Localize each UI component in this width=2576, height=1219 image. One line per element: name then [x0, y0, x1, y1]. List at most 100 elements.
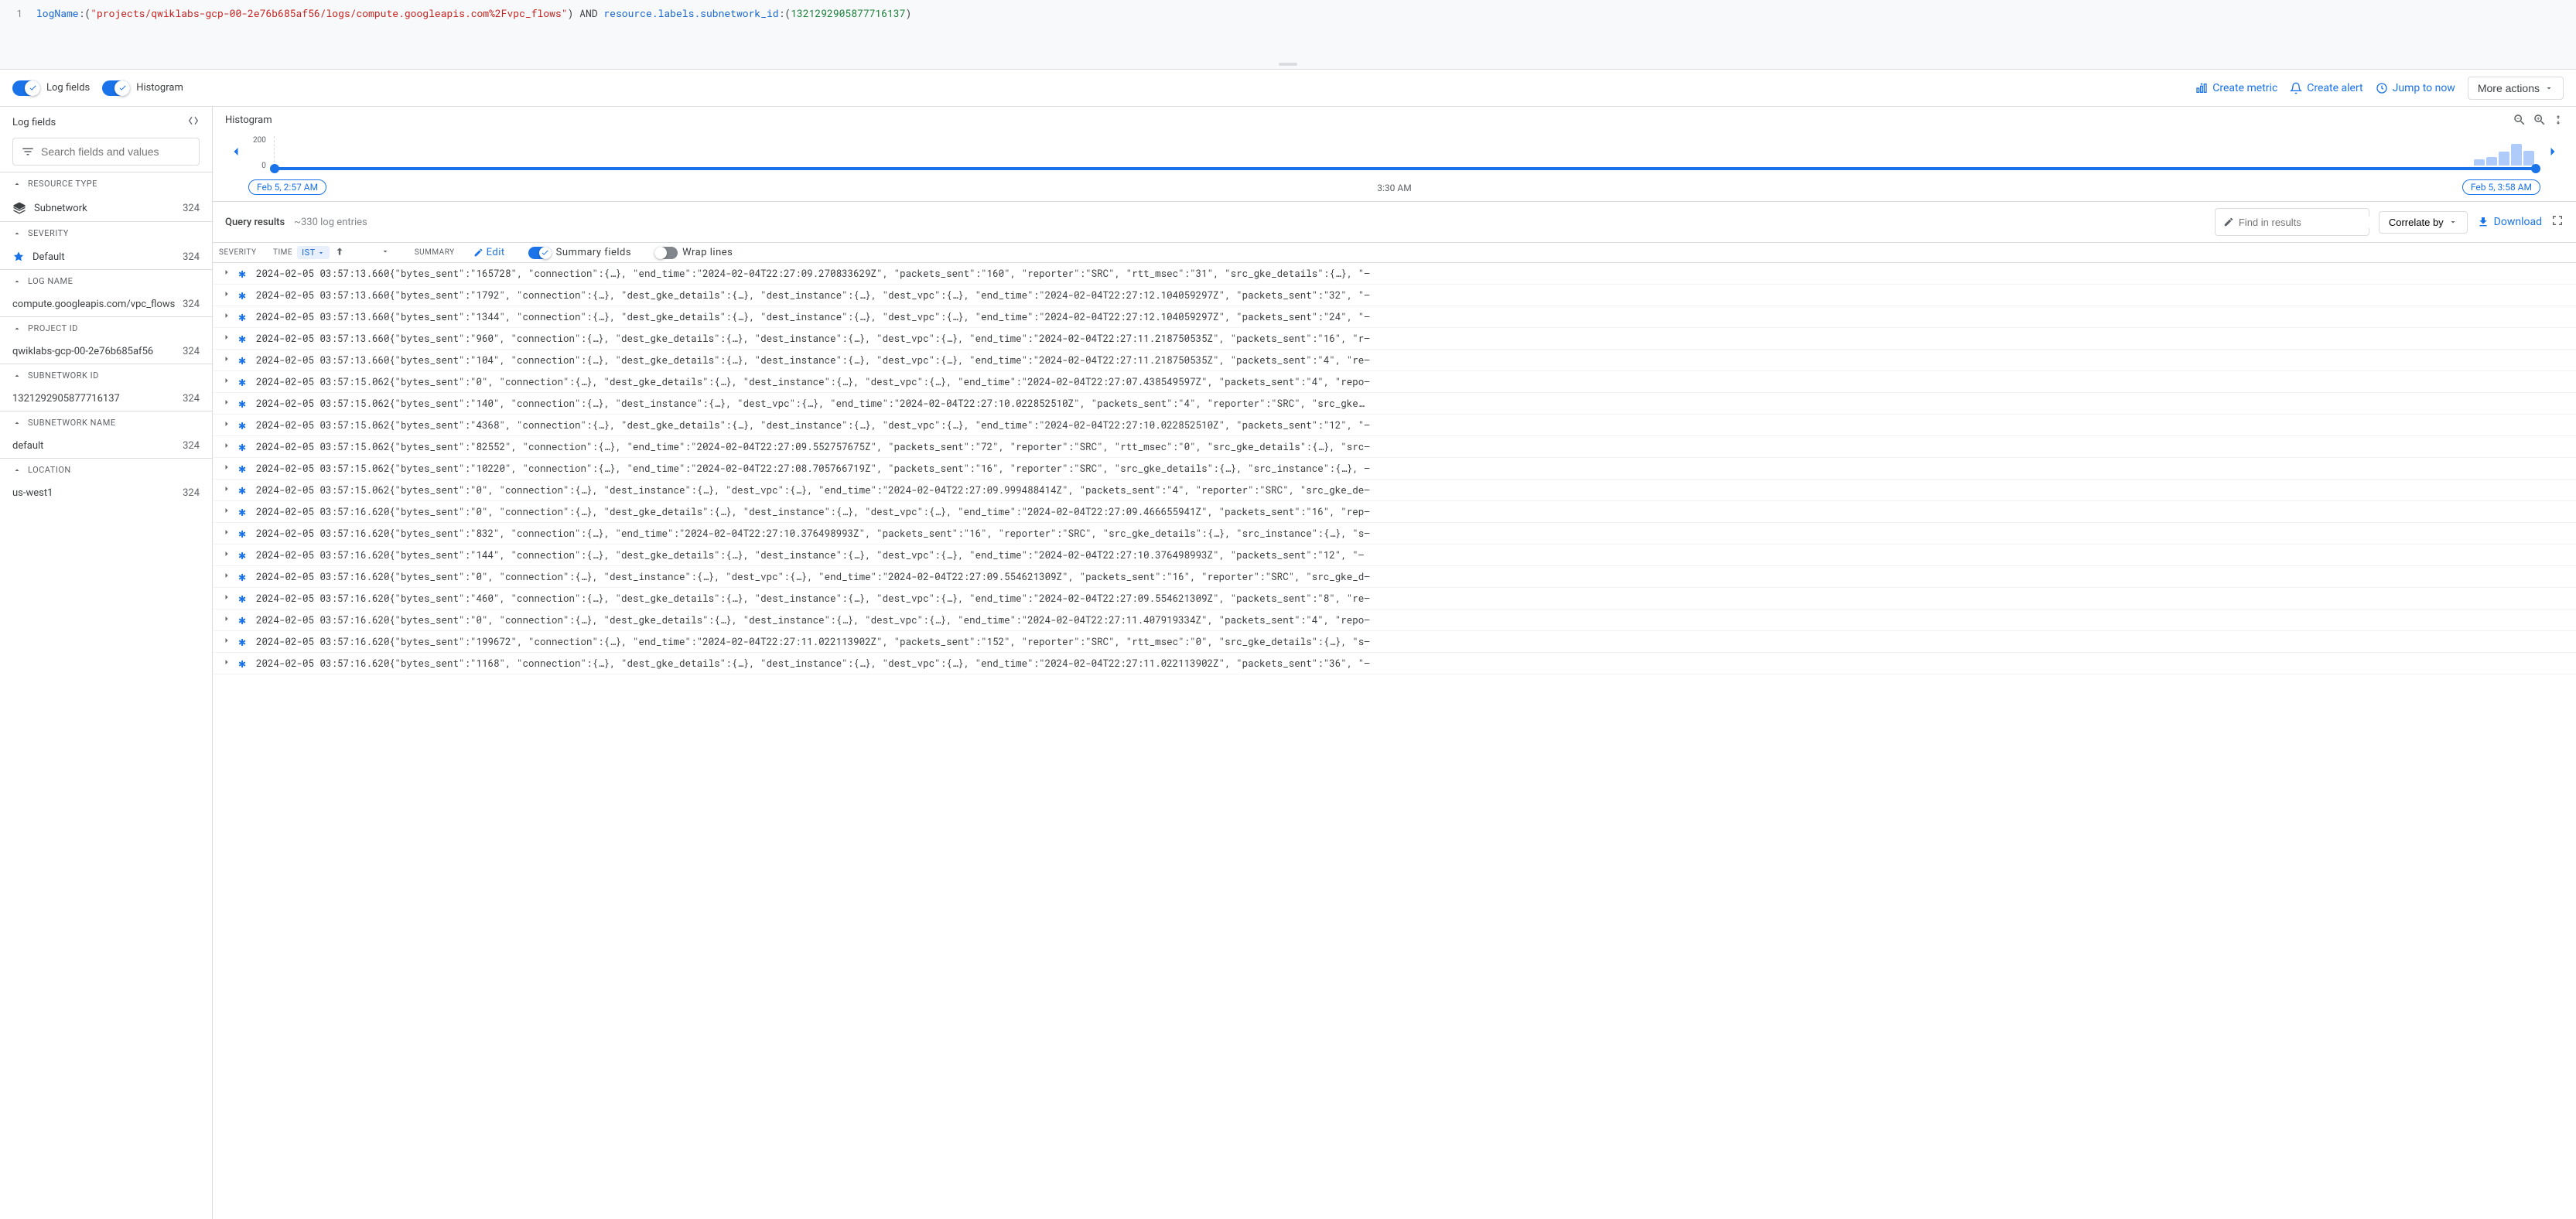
log-timestamp: 2024-02-05 03:57:13.660	[250, 289, 389, 302]
jump-to-now-button[interactable]: Jump to now	[2376, 82, 2455, 94]
line-number: 1	[0, 0, 27, 69]
correlate-by-button[interactable]: Correlate by	[2379, 211, 2468, 234]
histogram-end-pill[interactable]: Feb 5, 3:58 AM	[2462, 179, 2540, 195]
histogram-end-handle[interactable]	[2531, 164, 2540, 173]
summary-fields-toggle[interactable]: Summary fields	[528, 247, 631, 259]
facet-item[interactable]: 1321292905877716137324	[0, 387, 212, 411]
expand-row-icon[interactable]	[219, 268, 234, 280]
download-button[interactable]: Download	[2477, 216, 2542, 228]
histogram-toggle[interactable]: Histogram	[102, 80, 183, 96]
expand-row-icon[interactable]	[219, 398, 234, 410]
facet-item[interactable]: compute.googleapis.com/vpc_flows324	[0, 292, 212, 316]
facet-item[interactable]: Default324	[0, 244, 212, 269]
log-row[interactable]: ✱2024-02-05 03:57:15.062{"bytes_sent":"0…	[213, 371, 2576, 393]
facet-item[interactable]: Subnetwork324	[0, 195, 212, 221]
facet-header[interactable]: RESOURCE TYPE	[0, 172, 212, 195]
log-row[interactable]: ✱2024-02-05 03:57:15.062{"bytes_sent":"8…	[213, 436, 2576, 458]
create-metric-button[interactable]: Create metric	[2195, 82, 2277, 94]
log-row[interactable]: ✱2024-02-05 03:57:13.660{"bytes_sent":"1…	[213, 350, 2576, 371]
sidebar-search[interactable]	[12, 138, 200, 166]
log-row[interactable]: ✱2024-02-05 03:57:15.062{"bytes_sent":"1…	[213, 458, 2576, 480]
expand-row-icon[interactable]	[219, 636, 234, 648]
timezone-chip[interactable]: IST	[297, 246, 330, 259]
edit-button[interactable]: Edit	[473, 247, 505, 258]
histogram-track[interactable]	[274, 136, 2536, 170]
wrap-lines-toggle[interactable]: Wrap lines	[654, 247, 733, 259]
log-row[interactable]: ✱2024-02-05 03:57:15.062{"bytes_sent":"0…	[213, 480, 2576, 501]
expand-row-icon[interactable]	[219, 484, 234, 497]
column-time[interactable]: TIME IST	[273, 246, 390, 259]
facet-header[interactable]: PROJECT ID	[0, 317, 212, 340]
expand-row-icon[interactable]	[219, 506, 234, 518]
log-row[interactable]: ✱2024-02-05 03:57:15.062{"bytes_sent":"1…	[213, 393, 2576, 415]
histogram-prev-button[interactable]	[225, 141, 247, 166]
histogram-next-button[interactable]	[2542, 141, 2564, 166]
facet-group: LOCATIONus-west1324	[0, 458, 212, 505]
query-val-logname: "projects/qwiklabs-gcp-00-2e76b685af56/l…	[91, 6, 567, 20]
histogram-start-handle[interactable]	[270, 164, 279, 173]
expand-row-icon[interactable]	[219, 528, 234, 540]
facet-item[interactable]: us-west1324	[0, 481, 212, 505]
expand-row-icon[interactable]	[219, 549, 234, 562]
log-timestamp: 2024-02-05 03:57:13.660	[250, 354, 389, 367]
log-rows-container[interactable]: ✱2024-02-05 03:57:13.660{"bytes_sent":"1…	[213, 263, 2576, 1219]
query-editor[interactable]: 1 logName:("projects/qwiklabs-gcp-00-2e7…	[0, 0, 2576, 70]
facet-header[interactable]: SUBNETWORK NAME	[0, 411, 212, 434]
log-row[interactable]: ✱2024-02-05 03:57:16.620{"bytes_sent":"0…	[213, 566, 2576, 588]
sort-asc-icon[interactable]	[334, 246, 345, 259]
time-dropdown-icon[interactable]	[381, 247, 390, 258]
log-row[interactable]: ✱2024-02-05 03:57:16.620{"bytes_sent":"1…	[213, 653, 2576, 674]
facet-item[interactable]: default324	[0, 434, 212, 458]
expand-row-icon[interactable]	[219, 592, 234, 605]
query-text[interactable]: logName:("projects/qwiklabs-gcp-00-2e76b…	[27, 0, 2576, 69]
log-row[interactable]: ✱2024-02-05 03:57:15.062{"bytes_sent":"4…	[213, 415, 2576, 436]
histogram-start-pill[interactable]: Feb 5, 2:57 AM	[248, 179, 326, 195]
sidebar-expand-icon[interactable]	[187, 114, 200, 130]
chevron-up-icon	[12, 229, 22, 238]
expand-row-icon[interactable]	[219, 614, 234, 627]
expand-row-icon[interactable]	[219, 657, 234, 670]
more-actions-button[interactable]: More actions	[2468, 77, 2564, 100]
log-fields-toggle[interactable]: Log fields	[12, 80, 90, 96]
expand-row-icon[interactable]	[219, 571, 234, 583]
expand-row-icon[interactable]	[219, 419, 234, 432]
zoom-in-icon[interactable]	[2533, 113, 2547, 130]
expand-row-icon[interactable]	[219, 354, 234, 367]
expand-row-icon[interactable]	[219, 376, 234, 388]
sidebar-title: Log fields	[12, 117, 56, 128]
log-timestamp: 2024-02-05 03:57:13.660	[250, 311, 389, 323]
log-row[interactable]: ✱2024-02-05 03:57:13.660{"bytes_sent":"1…	[213, 306, 2576, 328]
expand-results-icon[interactable]	[2551, 214, 2564, 230]
log-row[interactable]: ✱2024-02-05 03:57:16.620{"bytes_sent":"1…	[213, 545, 2576, 566]
log-row[interactable]: ✱2024-02-05 03:57:16.620{"bytes_sent":"1…	[213, 631, 2576, 653]
editor-resize-handle[interactable]	[1279, 63, 1297, 66]
facet-header[interactable]: SEVERITY	[0, 222, 212, 244]
chevron-up-icon	[12, 324, 22, 333]
expand-row-icon[interactable]	[219, 289, 234, 302]
find-in-results[interactable]	[2215, 208, 2369, 236]
facet-header[interactable]: LOCATION	[0, 459, 212, 481]
log-row[interactable]: ✱2024-02-05 03:57:16.620{"bytes_sent":"0…	[213, 501, 2576, 523]
create-alert-button[interactable]: Create alert	[2290, 82, 2362, 94]
log-row[interactable]: ✱2024-02-05 03:57:13.660{"bytes_sent":"1…	[213, 263, 2576, 285]
facet-group: SUBNETWORK NAMEdefault324	[0, 411, 212, 458]
expand-row-icon[interactable]	[219, 441, 234, 453]
expand-row-icon[interactable]	[219, 333, 234, 345]
log-row[interactable]: ✱2024-02-05 03:57:16.620{"bytes_sent":"0…	[213, 610, 2576, 631]
log-row[interactable]: ✱2024-02-05 03:57:16.620{"bytes_sent":"8…	[213, 523, 2576, 545]
zoom-out-icon[interactable]	[2513, 113, 2526, 130]
facet-header[interactable]: SUBNETWORK ID	[0, 364, 212, 387]
expand-row-icon[interactable]	[219, 463, 234, 475]
find-in-results-input[interactable]	[2239, 217, 2375, 228]
log-row[interactable]: ✱2024-02-05 03:57:16.620{"bytes_sent":"4…	[213, 588, 2576, 610]
facet-header[interactable]: LOG NAME	[0, 270, 212, 292]
expand-row-icon[interactable]	[219, 311, 234, 323]
column-summary[interactable]: SUMMARY	[415, 248, 455, 257]
facet-item[interactable]: qwiklabs-gcp-00-2e76b685af56324	[0, 340, 212, 364]
expand-vertical-icon[interactable]	[2553, 113, 2564, 130]
log-row[interactable]: ✱2024-02-05 03:57:13.660{"bytes_sent":"1…	[213, 285, 2576, 306]
log-row[interactable]: ✱2024-02-05 03:57:13.660{"bytes_sent":"9…	[213, 328, 2576, 350]
sidebar-search-input[interactable]	[41, 145, 191, 158]
log-timestamp: 2024-02-05 03:57:15.062	[250, 419, 389, 432]
column-severity[interactable]: SEVERITY	[219, 248, 264, 257]
